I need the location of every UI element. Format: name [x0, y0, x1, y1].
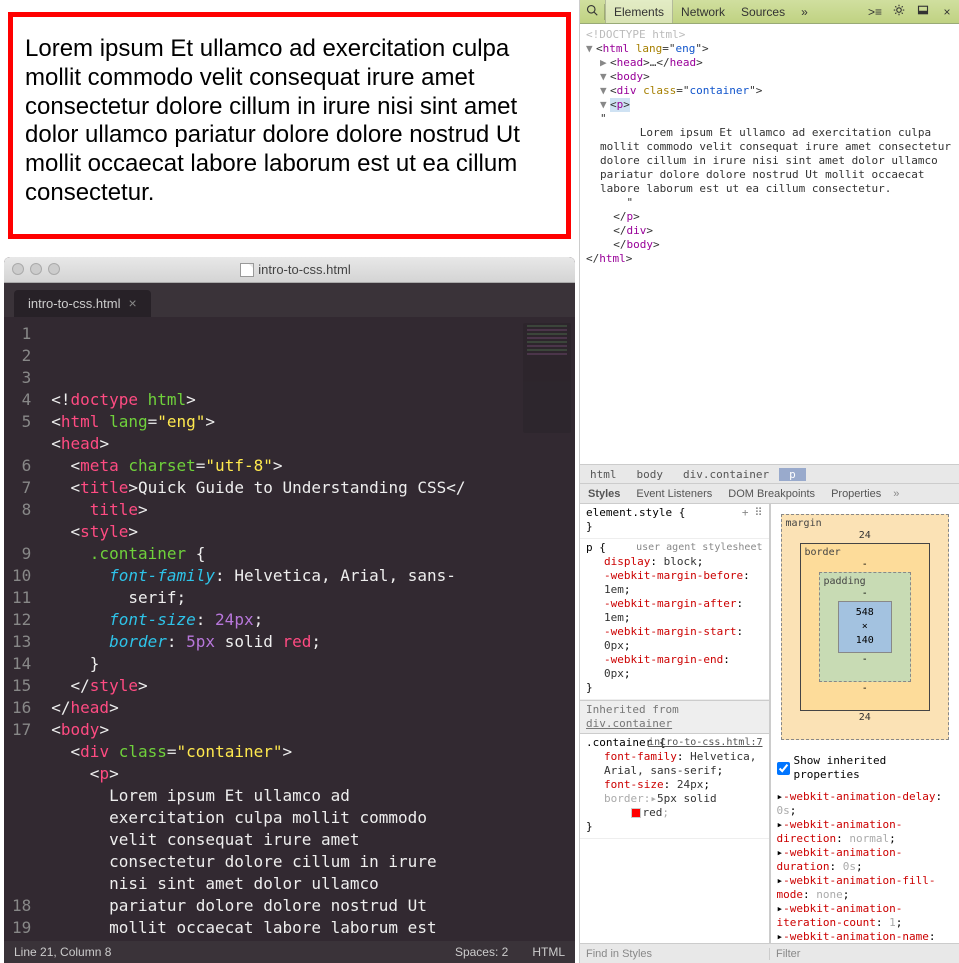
- crumb-p[interactable]: p: [779, 468, 806, 481]
- console-icon[interactable]: >≡: [863, 5, 887, 19]
- window-title: intro-to-css.html: [60, 262, 531, 278]
- crumb-div[interactable]: div.container: [673, 468, 779, 481]
- editor-body[interactable]: 1 2 3 4 5 6 7 8 9 10 11 12 13 14 15 16 1…: [4, 317, 575, 941]
- devtools: Elements Network Sources » >≡ × <!DOCTYP…: [579, 0, 959, 963]
- tab-label: intro-to-css.html: [28, 296, 120, 311]
- window-titlebar[interactable]: intro-to-css.html: [4, 257, 575, 283]
- computed-properties-list: ▸-webkit-animation-delay: 0s;▸-webkit-an…: [771, 786, 959, 943]
- indent-setting[interactable]: Spaces: 2: [455, 945, 508, 959]
- dom-tree[interactable]: <!DOCTYPE html>▼<html lang="eng">▶<head>…: [580, 24, 959, 464]
- editor-tab[interactable]: intro-to-css.html ×: [14, 290, 151, 317]
- struck-property: border:▸5px solid red;: [586, 792, 763, 820]
- rule-source-link[interactable]: intro-to-css.html:7: [648, 737, 762, 748]
- tab-sources[interactable]: Sources: [733, 0, 793, 23]
- dom-breadcrumb: html body div.container p: [580, 464, 959, 484]
- filter-computed[interactable]: Filter: [770, 948, 959, 960]
- rule-selector: .container: [586, 736, 652, 749]
- element-style-selector: element.style: [586, 506, 672, 519]
- content-size: 548 × 140: [838, 601, 893, 653]
- close-devtools-icon[interactable]: ×: [935, 5, 959, 19]
- minimap[interactable]: [523, 323, 571, 433]
- toggle-state-icon[interactable]: ⠿: [754, 506, 762, 520]
- overflow-icon[interactable]: »: [889, 488, 903, 500]
- browser-preview: Lorem ipsum Et ullamco ad exercitation c…: [0, 0, 579, 257]
- tab-properties[interactable]: Properties: [823, 488, 889, 500]
- cursor-position: Line 21, Column 8: [14, 945, 111, 959]
- new-rule-icon[interactable]: +: [742, 506, 749, 520]
- settings-gear-icon[interactable]: [887, 4, 911, 19]
- crumb-body[interactable]: body: [627, 468, 674, 481]
- show-inherited-checkbox[interactable]: Show inherited properties: [771, 750, 959, 786]
- devtools-footer: Find in Styles Filter: [580, 943, 959, 963]
- inspect-icon[interactable]: [580, 4, 604, 19]
- editor-statusbar: Line 21, Column 8 Spaces: 2 HTML: [4, 941, 575, 963]
- box-model: margin 24 border - padding - 548 × 140 -: [771, 504, 959, 750]
- tab-elements[interactable]: Elements: [605, 0, 673, 23]
- rule-selector: p: [586, 541, 593, 554]
- traffic-lights[interactable]: [12, 263, 60, 275]
- devtools-toolbar: Elements Network Sources » >≡ ×: [580, 0, 959, 24]
- styles-rules[interactable]: element.style { +⠿ } p { user agent styl…: [580, 504, 770, 943]
- tab-styles[interactable]: Styles: [580, 488, 628, 500]
- inherited-from-header: Inherited from div.container: [580, 700, 769, 734]
- code-area[interactable]: <!doctype html> <html lang="eng"> <head>…: [43, 317, 575, 941]
- computed-panel[interactable]: margin 24 border - padding - 548 × 140 -: [770, 504, 959, 943]
- crumb-html[interactable]: html: [580, 468, 627, 481]
- show-inherited-input[interactable]: [777, 762, 790, 775]
- file-icon: [240, 263, 254, 277]
- find-in-styles[interactable]: Find in Styles: [580, 948, 770, 960]
- styles-tabbar: Styles Event Listeners DOM Breakpoints P…: [580, 484, 959, 504]
- rule-source: user agent stylesheet: [636, 541, 762, 555]
- editor-tabbar: intro-to-css.html ×: [4, 283, 575, 317]
- tab-dom-breakpoints[interactable]: DOM Breakpoints: [720, 488, 823, 500]
- line-gutter: 1 2 3 4 5 6 7 8 9 10 11 12 13 14 15 16 1…: [4, 317, 43, 941]
- tab-event-listeners[interactable]: Event Listeners: [628, 488, 720, 500]
- tabs-overflow-icon[interactable]: »: [793, 0, 816, 23]
- dock-icon[interactable]: [911, 4, 935, 19]
- close-icon[interactable]: ×: [128, 296, 136, 310]
- code-editor-window: intro-to-css.html intro-to-css.html × 1 …: [4, 257, 575, 963]
- rendered-paragraph: Lorem ipsum Et ullamco ad exercitation c…: [8, 12, 571, 239]
- tab-network[interactable]: Network: [673, 0, 733, 23]
- language-mode[interactable]: HTML: [532, 945, 565, 959]
